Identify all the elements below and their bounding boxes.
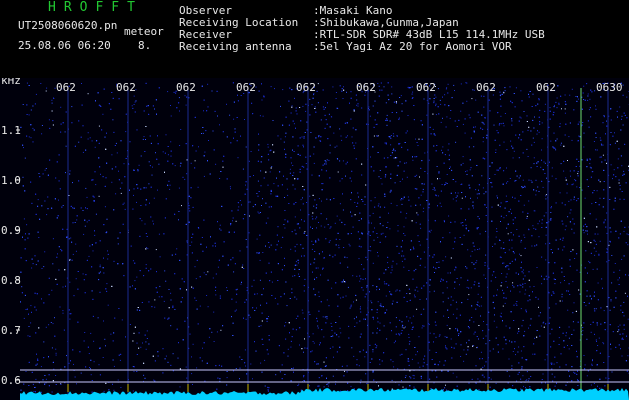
x-tick-label: 062 [356, 81, 376, 94]
x-tick-label: 0630 [596, 81, 623, 94]
x-tick-label: 062 [116, 81, 136, 94]
y-axis-unit: kHz [1, 78, 21, 87]
header-panel: HROFFT UT2508060620.pn meteor 25.08.06 0… [0, 0, 629, 78]
spectrogram: kHz1.11.00.90.80.70.6 062 062 062 062 062 062… [0, 78, 629, 400]
spectrogram-background [0, 78, 629, 400]
x-tick-label: 062 [236, 81, 256, 94]
x-tick-label: 062 [416, 81, 436, 94]
app-logo: HROFFT [48, 0, 143, 15]
antenna-value: :5el Yagi Az 20 for Aomori VOR [313, 40, 512, 53]
meteor-count: 8. [138, 39, 152, 52]
x-tick-label: 062 [476, 81, 496, 94]
x-tick-label: 062 [296, 81, 316, 94]
datetime: 25.08.06 06:20 [18, 39, 111, 52]
antenna-label: Receiving antenna [179, 40, 292, 53]
x-tick-label: 062 [56, 81, 76, 94]
meteor-label: meteor [124, 25, 164, 38]
filename: UT2508060620.pn [18, 19, 118, 32]
x-tick-label: 062 [176, 81, 196, 94]
x-tick-label: 062 [536, 81, 556, 94]
